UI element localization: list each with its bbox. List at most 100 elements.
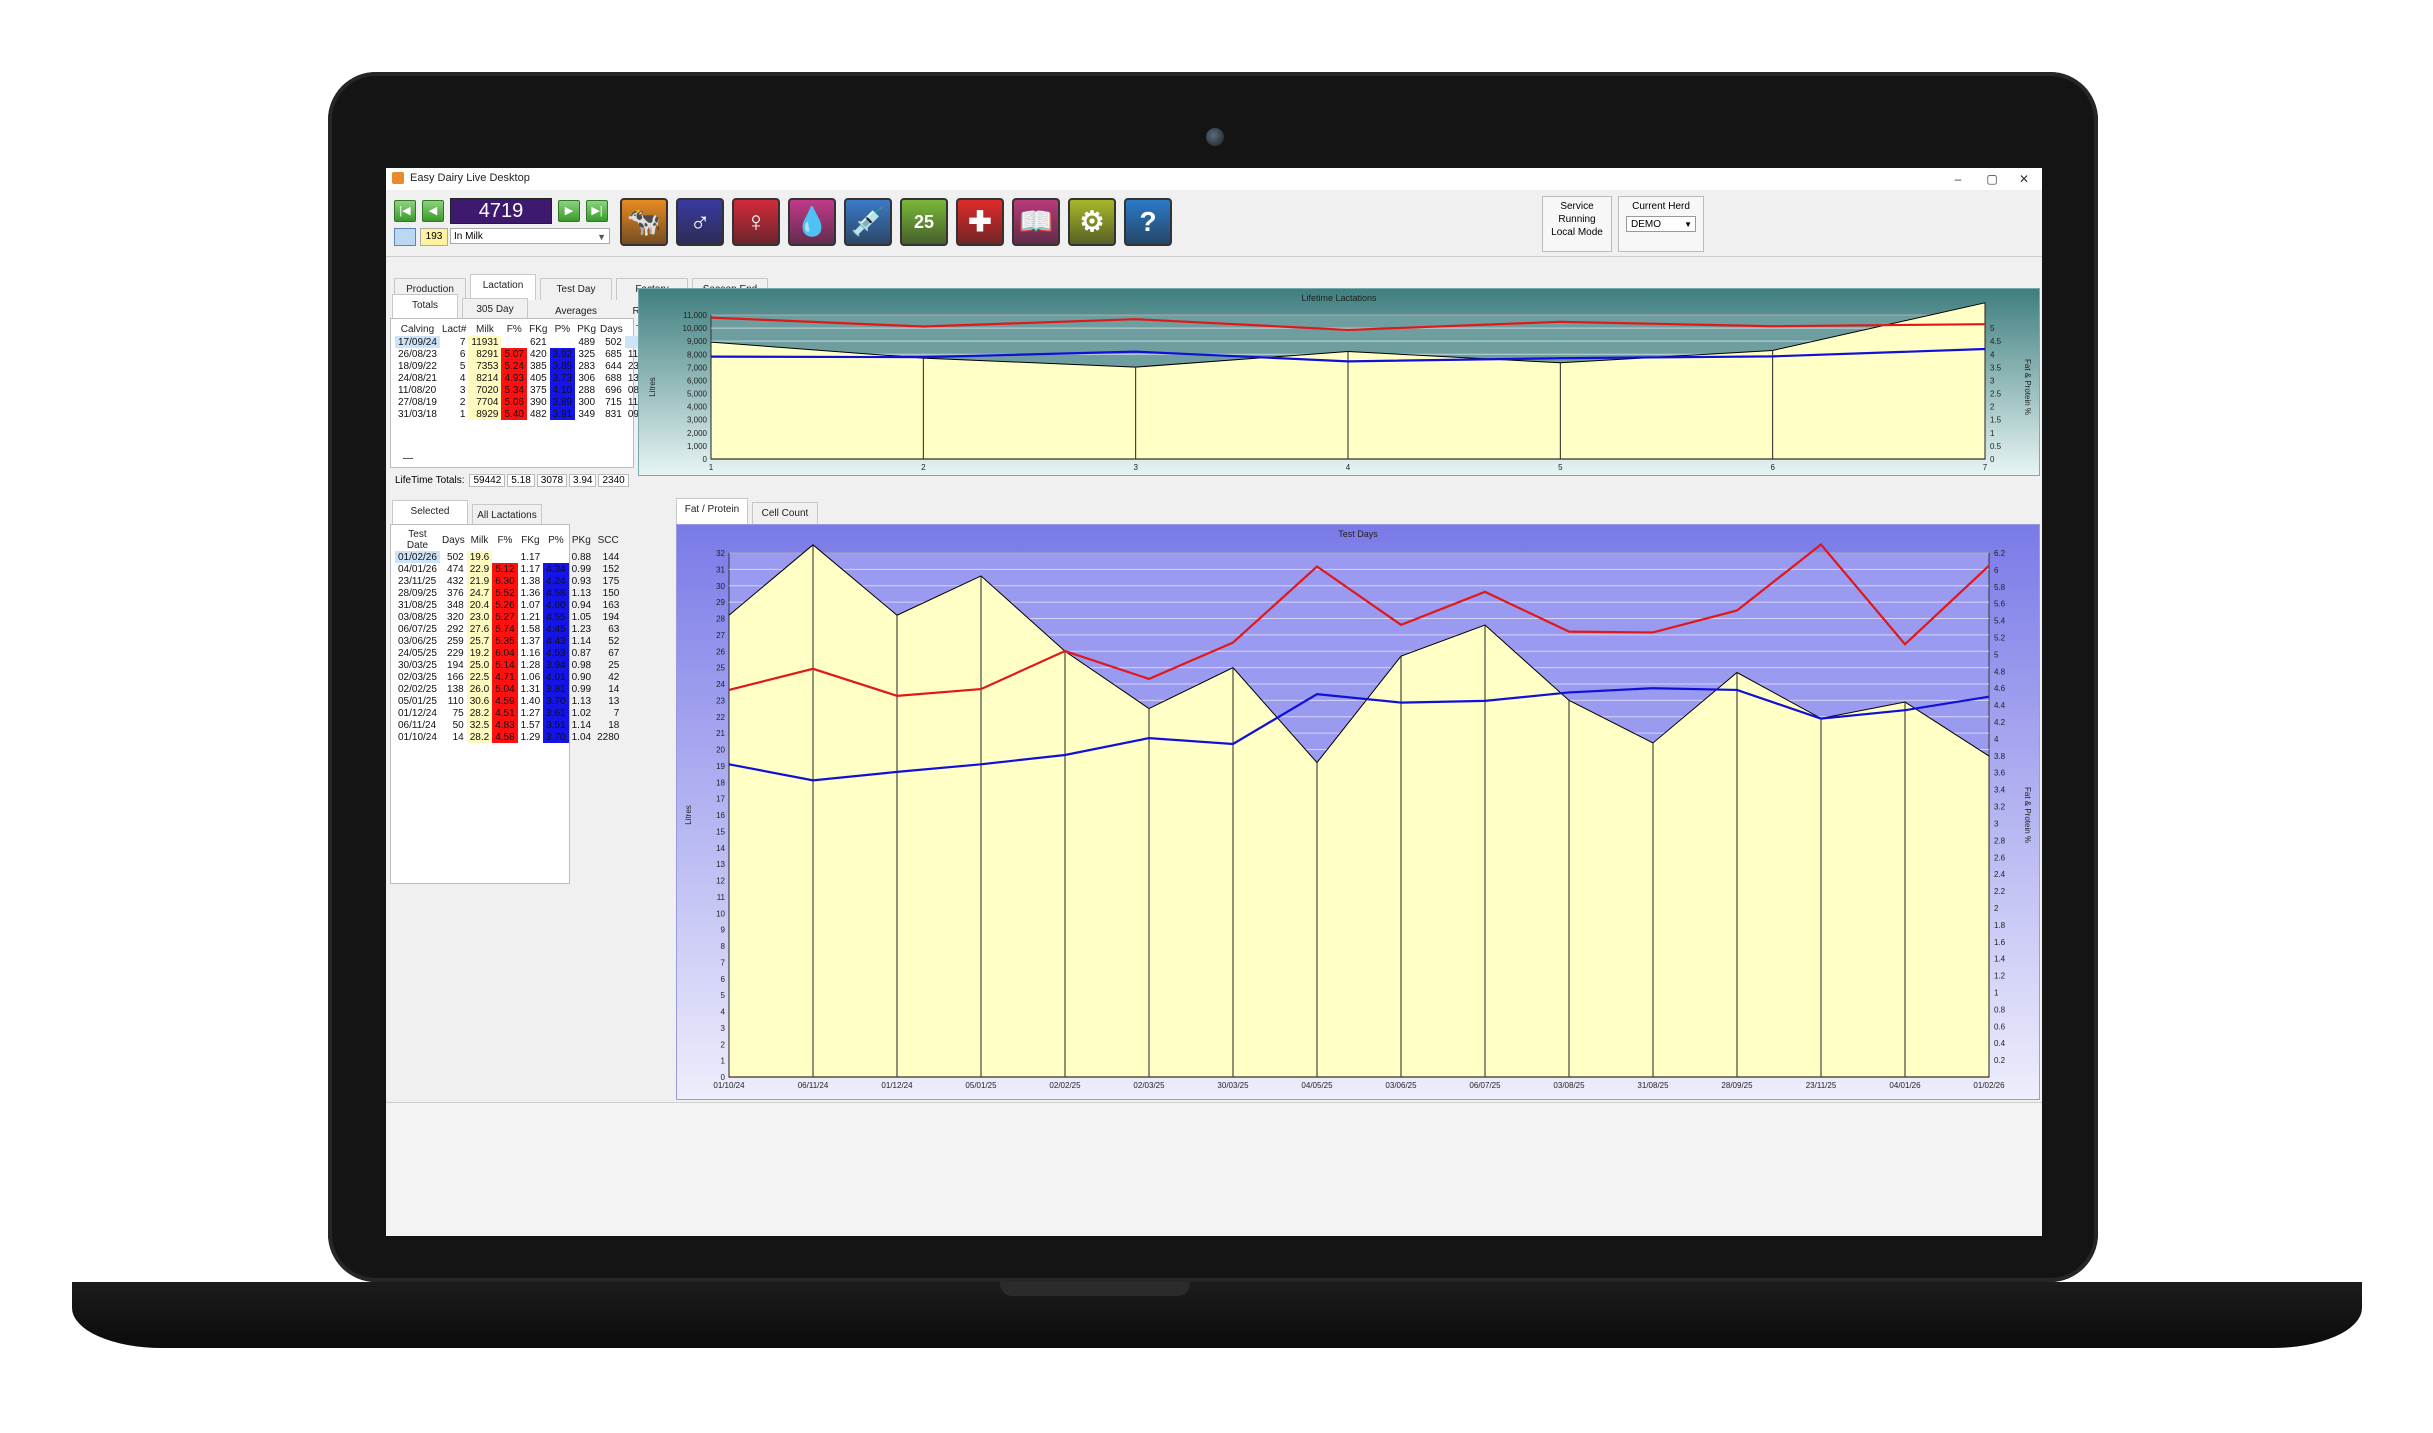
table-cell: 5.14 [492,659,518,671]
column-header[interactable]: Test Date [395,529,440,551]
table-row[interactable]: 01/12/24 75 28.2 4.51 1.27 3.61 1.02 7 [395,707,622,719]
column-header[interactable]: FKg [527,323,550,336]
more-indicator: — [403,453,413,464]
female-icon[interactable]: ♀ [732,198,780,246]
health-cross-icon[interactable]: ✚ [956,198,1004,246]
tab-selected-lactation[interactable]: Selected Lactation [392,500,468,539]
tab-test-day-averages[interactable]: Test Day Averages [540,278,612,317]
table-row[interactable]: 24/05/25 229 19.2 6.04 1.16 4.53 0.87 67 [395,647,622,659]
x-tick-label: 04/05/25 [1301,1081,1333,1090]
tab-totals[interactable]: Totals [392,294,458,320]
milk-drop-icon[interactable]: 💧 [788,198,836,246]
table-cell: 5.04 [492,683,518,695]
y-tick-label: 13 [716,860,725,869]
y-tick-label: 5 [721,991,726,1000]
table-cell: 1.16 [520,647,541,659]
cow-icon[interactable]: 🐄 [620,198,668,246]
settings-gear-icon[interactable]: ⚙ [1068,198,1116,246]
y-tick-label: 16 [716,811,725,820]
next-cow-button[interactable]: ▶ [558,200,580,222]
table-row[interactable]: 01/02/26 502 19.6 1.17 0.88 144 [395,551,622,563]
column-header[interactable]: Lact# [440,323,468,336]
x-tick-label: 04/01/26 [1889,1081,1921,1090]
minimize-button[interactable]: – [1940,170,1976,188]
toolbar: |◀ ◀ 4719 ▶ ▶| 193 In Milk ▼ 🐄 ♂ ♀ 💧 💉 25 ✚ 📖 ⚙? … [386,190,2042,257]
table-cell: 150 [602,587,620,599]
table-cell: 02/03/25 [398,671,437,683]
maximize-button[interactable]: ▢ [1974,170,2010,188]
close-button[interactable]: ✕ [2006,170,2042,188]
table-row[interactable]: 30/03/25 194 25.0 5.14 1.28 3.94 0.98 25 [395,659,622,671]
table-row[interactable]: 31/08/25 348 20.4 5.26 1.07 4.60 0.94 163 [395,599,622,611]
column-header[interactable]: P% [543,529,568,551]
column-header[interactable]: SCC [594,529,622,551]
y-tick-label: 7 [721,958,726,967]
x-tick-label: 4 [1346,463,1351,472]
column-header[interactable]: Days [440,529,467,551]
x-tick-label: 7 [1983,463,1988,472]
column-header[interactable]: FKg [518,529,543,551]
tab-fat-protein[interactable]: Fat / Protein [676,498,748,524]
previous-cow-button[interactable]: ◀ [422,200,444,222]
tab-cell-count[interactable]: Cell Count [752,502,818,524]
column-header[interactable]: Calving [395,323,440,336]
x-tick-label: 03/08/25 [1553,1081,1585,1090]
tab-lactation[interactable]: Lactation [470,274,536,300]
cow-card-icon[interactable] [394,228,416,246]
table-row[interactable]: 23/11/25 432 21.9 6.30 1.38 4.24 0.93 175 [395,575,622,587]
table-row[interactable]: 01/10/24 14 28.2 4.58 1.29 3.70 1.04 2280 [395,731,622,743]
table-cell: 7353 [468,360,502,372]
table-cell: 7 [613,707,620,719]
table-row[interactable]: 05/01/25 110 30.6 4.59 1.40 3.70 1.13 13 [395,695,622,707]
column-header[interactable]: Milk [467,529,492,551]
table-row[interactable]: 06/11/24 50 32.5 4.83 1.57 3.51 1.14 18 [395,719,622,731]
table-cell: 01/02/26 [395,551,440,563]
table-cell: 482 [529,408,547,420]
y-tick-label: 0 [703,455,708,464]
table-cell: 5.24 [501,360,527,372]
calendar-icon[interactable]: 25 [900,198,948,246]
current-herd-select[interactable]: DEMO ▼ [1626,216,1696,232]
table-cell: 1.28 [520,659,541,671]
status-area [386,1102,2042,1236]
table-row[interactable]: 03/08/25 320 23.0 5.27 1.21 4.55 1.05 194 [395,611,622,623]
table-cell: 14 [608,683,620,695]
lifetime-total-milk: 59442 [469,474,506,487]
column-header[interactable]: PKg [575,323,598,336]
table-row[interactable]: 02/03/25 166 22.5 4.71 1.06 4.01 0.90 42 [395,671,622,683]
male-icon[interactable]: ♂ [676,198,724,246]
table-row[interactable]: 02/02/25 138 26.0 5.04 1.31 3.81 0.99 14 [395,683,622,695]
status-select[interactable]: In Milk ▼ [450,228,610,244]
x-tick-label: 6 [1770,463,1775,472]
table-cell: 6.30 [492,575,518,587]
x-tick-label: 02/03/25 [1133,1081,1165,1090]
table-cell: 3.85 [549,360,576,372]
table-cell: 3.91 [549,408,576,420]
help-icon[interactable]: ? [1124,198,1172,246]
table-cell: 5.40 [501,408,527,420]
table-cell: 1.23 [571,623,592,635]
column-header[interactable]: Milk [468,323,501,336]
y2-tick-label: 3.8 [1994,752,2006,761]
last-cow-button[interactable]: ▶| [586,200,608,222]
table-row[interactable]: 03/06/25 259 25.7 5.35 1.37 4.43 1.14 52 [395,635,622,647]
cow-number[interactable]: 4719 [450,198,552,224]
table-cell: 1.14 [571,635,592,647]
column-header[interactable]: P% [550,323,575,336]
x-tick-label: 30/03/25 [1217,1081,1249,1090]
table-row[interactable]: 28/09/25 376 24.7 5.52 1.36 4.58 1.13 150 [395,587,622,599]
table-cell: 229 [447,647,464,659]
column-header[interactable]: PKg [569,529,594,551]
first-cow-button[interactable]: |◀ [394,200,416,222]
book-icon[interactable]: 📖 [1012,198,1060,246]
table-cell: 05/01/25 [398,695,437,707]
syringe-icon[interactable]: 💉 [844,198,892,246]
column-header[interactable]: F% [492,529,517,551]
tab-all-lactations[interactable]: All Lactations [472,504,542,526]
table-cell: 0.94 [571,599,592,611]
column-header[interactable]: F% [501,323,526,336]
table-row[interactable]: 04/01/26 474 22.9 5.12 1.17 4.34 0.99 152 [395,563,622,575]
tab-305-day[interactable]: 305 Day [462,298,528,320]
column-header[interactable]: Days [598,323,625,336]
table-row[interactable]: 06/07/25 292 27.6 5.74 1.58 4.45 1.23 63 [395,623,622,635]
